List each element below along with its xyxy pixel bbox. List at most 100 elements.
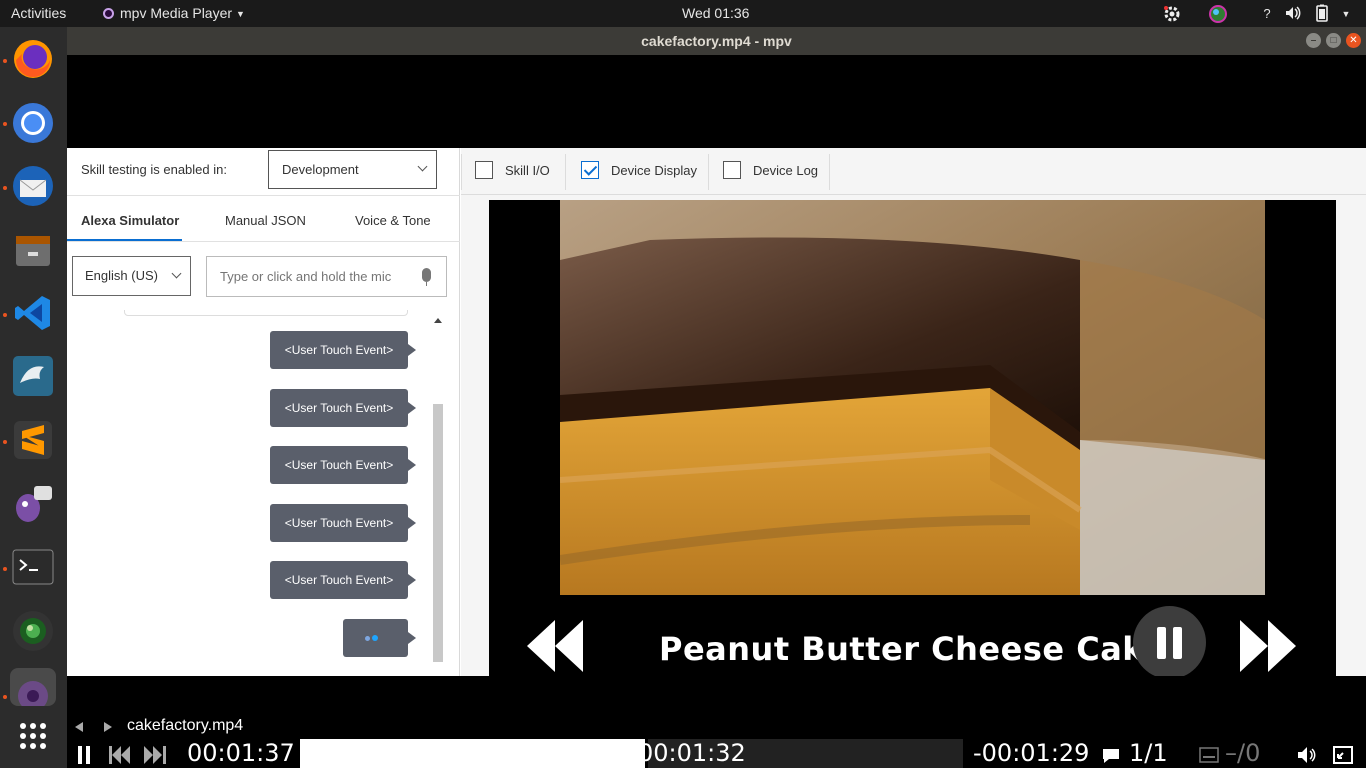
microphone-icon[interactable] [422,268,431,282]
dock [0,27,67,768]
fullscreen-button-icon[interactable] [1333,746,1353,768]
subtitle-track[interactable]: 1/1 [1129,739,1168,767]
battery-icon[interactable] [1312,4,1332,24]
window-title-bar[interactable]: cakefactory.mp4 - mpv – □ ✕ [67,27,1366,55]
minimize-button[interactable]: – [1306,33,1321,48]
tab-voice-tone[interactable]: Voice & Tone [355,213,431,228]
app-menu-label: mpv Media Player [120,5,233,21]
device-log-label: Device Log [753,163,819,178]
language-value: English (US) [85,268,158,283]
simulator-panel: Skill testing is enabled in: Development… [67,148,460,676]
desktop: Activities mpv Media Player ▼ Wed 01:36 ?… [0,0,1366,768]
seek-bar[interactable] [300,739,963,768]
language-select[interactable]: English (US) [72,256,191,296]
globe-icon[interactable] [1208,4,1228,24]
divider [708,154,709,190]
seek-hover-time: 00:01:32 [638,739,746,767]
maximize-button[interactable]: □ [1326,33,1341,48]
cake-photo [560,200,1265,595]
display-toolbar: Skill I/O Device Display Device Log [461,148,1366,195]
camera-icon[interactable] [10,608,56,654]
vscode-icon[interactable] [10,290,56,336]
divider [67,195,460,196]
play-pause-button[interactable] [77,746,91,768]
app-menu[interactable]: mpv Media Player ▼ [103,5,245,21]
playlist-prev-icon[interactable] [75,722,83,732]
video-frame[interactable]: Skill testing is enabled in: Development… [67,55,1366,676]
skill-io-label: Skill I/O [505,163,550,178]
help-icon[interactable]: ? [1257,4,1277,24]
mysql-workbench-icon[interactable] [10,353,56,399]
running-indicator [3,186,7,190]
divider [67,241,460,242]
remaining-time[interactable]: -00:01:29 [973,739,1089,767]
chat-bubble-user: <User Touch Event> [270,504,416,542]
skip-forward-button[interactable] [144,746,166,768]
top-bar: Activities mpv Media Player ▼ Wed 01:36 ?… [0,0,1366,27]
device-display-checkbox[interactable] [581,161,599,179]
files-icon[interactable] [10,226,56,272]
filename: cakefactory.mp4 [127,717,244,734]
device-display-title: Peanut Butter Cheese Cake [659,630,1166,668]
running-indicator [3,313,7,317]
tab-alexa-simulator[interactable]: Alexa Simulator [81,213,179,228]
chat-log: <User Touch Event> <User Touch Event> <U… [72,310,444,676]
thunderbird-icon[interactable] [10,163,56,209]
microphone-stand [426,282,427,286]
close-button[interactable]: ✕ [1346,33,1361,48]
running-indicator [3,695,7,699]
pause-bar [1157,627,1166,659]
pidgin-icon[interactable] [10,480,56,526]
running-indicator [3,59,7,63]
sublime-text-icon[interactable] [10,417,56,463]
utterance-input[interactable] [206,256,447,297]
previous-message [124,310,408,316]
playlist-next-icon[interactable] [104,722,112,732]
volume-icon[interactable] [1283,4,1303,24]
chat-scrollbar[interactable] [433,404,443,662]
rewind-button[interactable] [527,620,585,676]
skip-back-button[interactable] [109,746,131,768]
typing-dot [372,635,378,641]
chat-bubble-user: <User Touch Event> [270,561,416,599]
audio-track[interactable]: –/0 [1225,739,1260,767]
running-indicator [3,122,7,126]
mpv-app-icon [103,8,114,19]
caret-down-icon: ▼ [236,9,245,19]
firefox-icon[interactable] [10,36,56,82]
device-display-label: Device Display [611,163,697,178]
system-menu-caret-icon[interactable]: ▼ [1336,4,1356,24]
alexa-console: Skill testing is enabled in: Development… [67,148,1366,676]
divider [461,154,462,190]
activities-button[interactable]: Activities [11,5,66,21]
typing-indicator [343,619,416,657]
typing-dot [365,636,370,641]
tab-manual-json[interactable]: Manual JSON [225,213,306,228]
chromium-icon[interactable] [10,100,56,146]
scroll-up-arrow-icon[interactable] [434,318,442,323]
running-indicator [3,567,7,571]
window-title: cakefactory.mp4 - mpv [641,33,792,49]
device-display: Peanut Butter Cheese Cake [489,200,1336,676]
running-indicator [3,440,7,444]
environment-select[interactable]: Development [268,150,437,189]
subtitle-icon[interactable] [1101,747,1121,768]
chat-bubble-user: <User Touch Event> [270,331,416,369]
clock[interactable]: Wed 01:36 [682,5,749,21]
device-pause-button[interactable] [1133,606,1206,676]
device-log-checkbox[interactable] [723,161,741,179]
skill-io-checkbox[interactable] [475,161,493,179]
volume-button-icon[interactable] [1297,746,1317,768]
chat-bubble-user: <User Touch Event> [270,446,416,484]
elapsed-time[interactable]: 00:01:37 [187,739,295,767]
settings-gear-icon[interactable] [1162,4,1182,24]
pause-bar [1173,627,1182,659]
app-grid-icon[interactable] [10,713,56,759]
seek-bar-fill [300,739,645,768]
mpv-icon[interactable] [10,668,56,711]
terminal-icon[interactable] [10,544,56,590]
audio-track-icon[interactable] [1199,747,1219,768]
skill-testing-label: Skill testing is enabled in: [81,162,227,177]
chevron-down-icon [417,161,428,172]
fast-forward-button[interactable] [1240,620,1298,676]
